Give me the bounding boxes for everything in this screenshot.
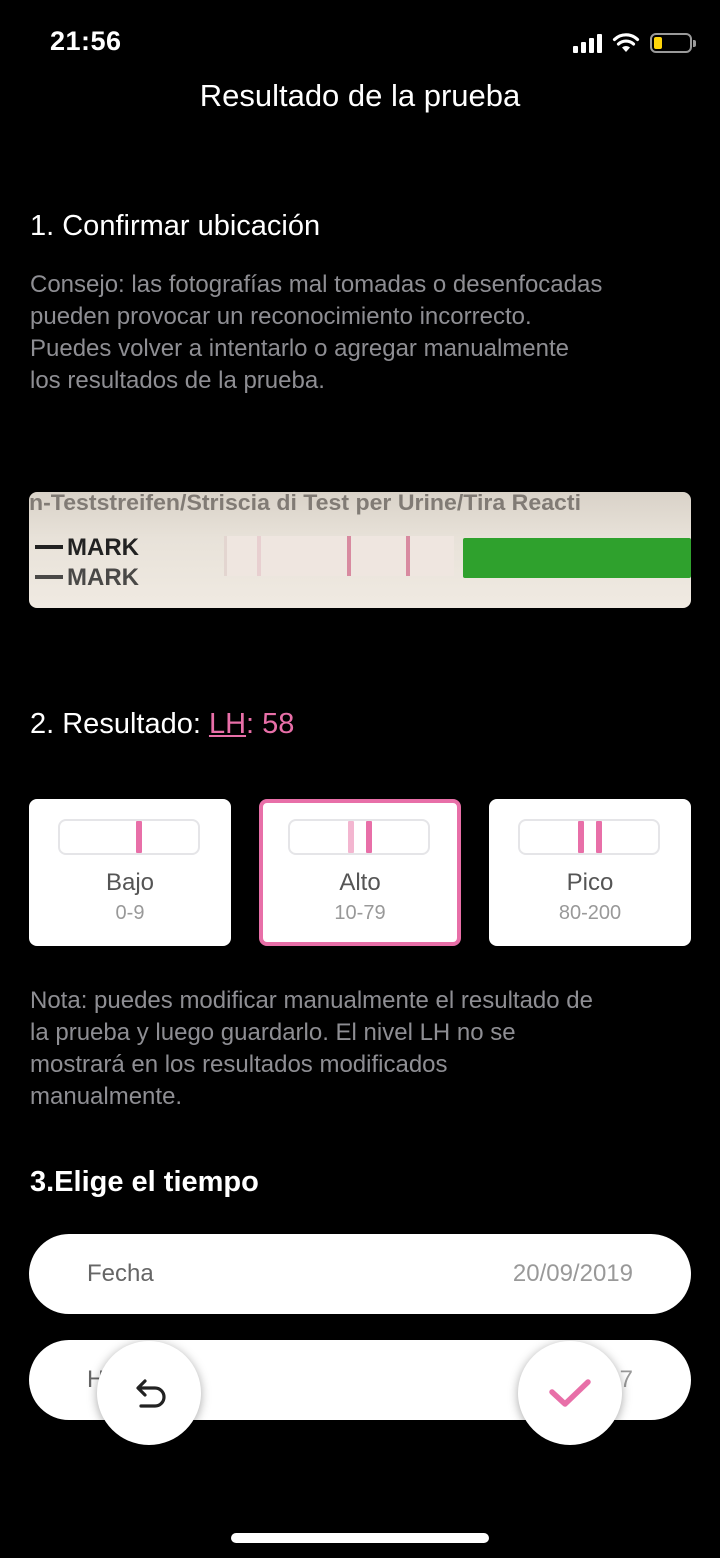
strip-line (406, 536, 410, 576)
page-title: Resultado de la prueba (199, 78, 521, 113)
level-card-alto[interactable]: Alto 10-79 (259, 799, 461, 946)
note-text: Nota: puedes modificar manualmente el re… (30, 985, 695, 1113)
tip-text: Consejo: las fotografías mal tomadas o d… (30, 269, 695, 397)
level-range: 80-200 (558, 902, 622, 924)
note-line: la prueba y luego guardarlo. El nivel LH… (30, 1019, 516, 1046)
lh-value: : 58 (246, 708, 295, 740)
result-heading: 2. Resultado: LH: 58 (30, 708, 295, 740)
home-indicator[interactable] (231, 1533, 489, 1543)
status-time: 21:56 (50, 26, 122, 56)
level-name: Bajo (105, 869, 155, 896)
undo-icon (136, 1379, 166, 1408)
wifi-icon (612, 33, 640, 52)
strip-line (347, 536, 351, 576)
note-line: Nota: puedes modificar manualmente el re… (30, 987, 593, 1014)
strip-printed-text: n-Teststreifen/Striscia di Test per Urin… (29, 492, 582, 515)
step3-heading: 3.Elige el tiempo (30, 1166, 259, 1198)
date-row[interactable]: Fecha 20/09/2019 (29, 1234, 691, 1314)
tip-line: los resultados de la prueba. (30, 367, 325, 394)
test-strip-photo: n-Teststreifen/Striscia di Test per Urin… (29, 492, 691, 608)
undo-button[interactable] (97, 1341, 201, 1445)
note-line: manualmente. (30, 1083, 183, 1110)
strip-icon (518, 819, 660, 855)
note-line: mostrará en los resultados modificados (30, 1051, 448, 1078)
strip-line (257, 536, 261, 576)
lh-info-link[interactable]: LH (209, 708, 246, 740)
date-label: Fecha (87, 1260, 154, 1287)
strip-mark-label: MARK (35, 534, 139, 562)
level-card-pico[interactable]: Pico 80-200 (489, 799, 691, 946)
level-card-bajo[interactable]: Bajo 0-9 (29, 799, 231, 946)
status-icons (573, 32, 696, 53)
signal-icon (573, 33, 602, 53)
date-value: 20/09/2019 (512, 1260, 633, 1287)
level-range: 0-9 (115, 902, 145, 924)
level-range: 10-79 (334, 902, 386, 924)
tip-line: pueden provocar un reconocimiento incorr… (30, 303, 532, 330)
status-bar: 21:56 (0, 0, 720, 90)
tip-line: Consejo: las fotografías mal tomadas o d… (30, 271, 603, 298)
strip-icon (288, 819, 430, 855)
strip-handle (463, 538, 691, 578)
confirm-button[interactable] (518, 1341, 622, 1445)
level-name: Pico (566, 869, 614, 896)
check-icon (549, 1379, 591, 1407)
strip-icon (58, 819, 200, 855)
battery-icon (650, 32, 696, 53)
strip-mark-label-lower: MARK (35, 564, 139, 586)
step1-heading: 1. Confirmar ubicación (30, 210, 321, 242)
tip-line: Puedes volver a intentarlo o agregar man… (30, 335, 569, 362)
level-name: Alto (339, 869, 381, 896)
